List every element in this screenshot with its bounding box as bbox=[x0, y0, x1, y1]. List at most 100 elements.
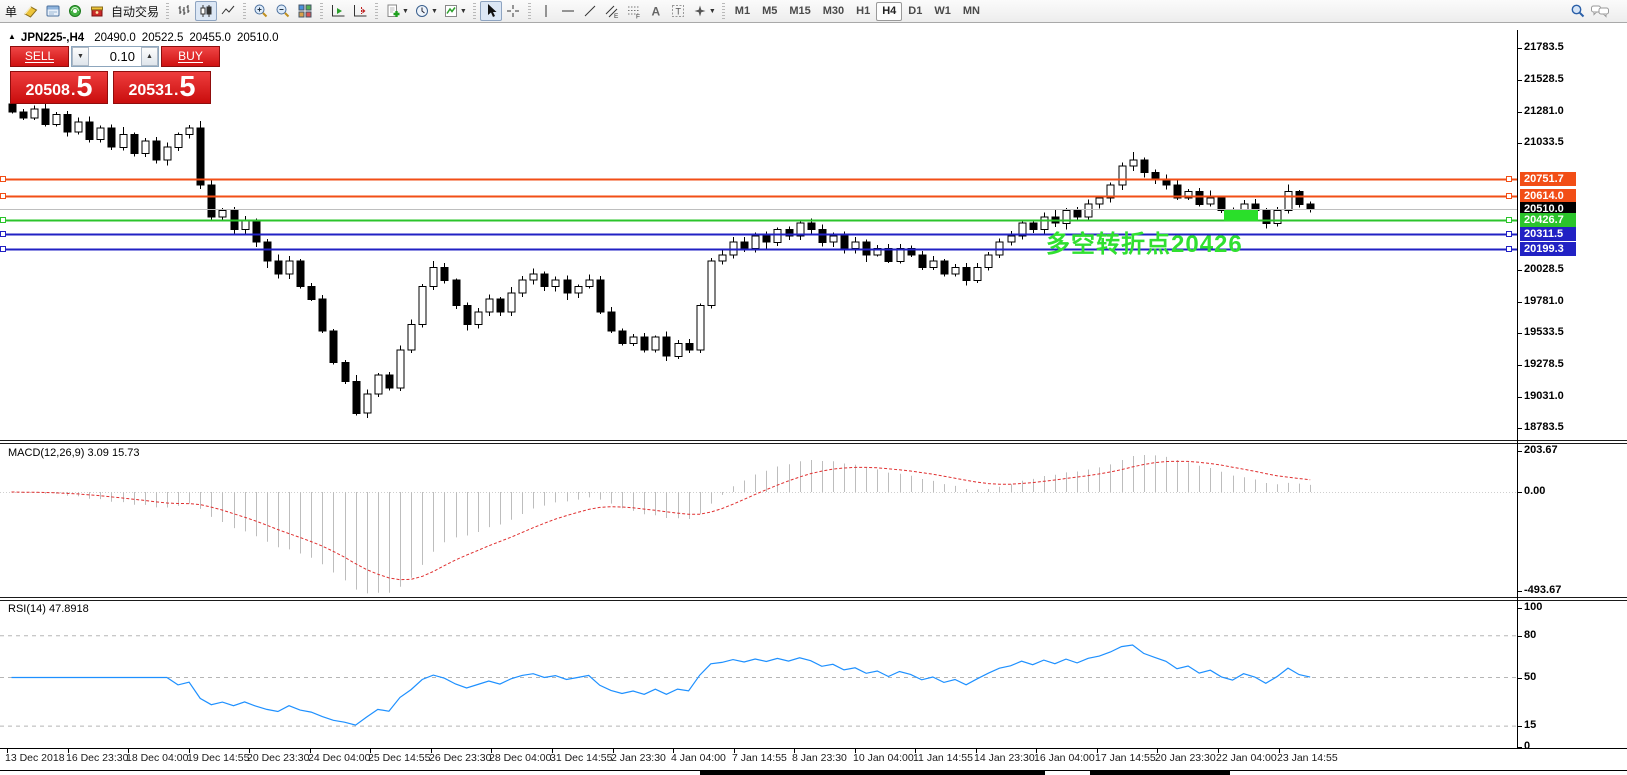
zoom-out-button[interactable] bbox=[272, 1, 294, 21]
timeframe-button-h4[interactable]: H4 bbox=[876, 2, 902, 21]
toolbar-group-grip[interactable] bbox=[375, 3, 378, 19]
arrows-button-dropdown[interactable]: ▼ bbox=[709, 8, 716, 15]
menu-char[interactable]: 单 bbox=[2, 3, 20, 20]
macd-tick-mark bbox=[1517, 492, 1522, 493]
line-chart-button[interactable] bbox=[217, 1, 239, 21]
macd-tick-mark bbox=[1517, 591, 1522, 592]
new-order-button[interactable] bbox=[382, 1, 404, 21]
sell-button[interactable]: SELL bbox=[10, 46, 69, 67]
hline-icon bbox=[560, 3, 576, 19]
cursor-button[interactable] bbox=[480, 1, 502, 21]
vline-icon bbox=[538, 3, 554, 19]
templates-button-dropdown[interactable]: ▼ bbox=[460, 8, 467, 15]
chart-shift-button[interactable] bbox=[349, 1, 371, 21]
search-button[interactable] bbox=[1567, 1, 1589, 21]
linechart-icon bbox=[220, 3, 236, 19]
arrows-button[interactable] bbox=[689, 1, 711, 21]
rsi-tick-label: 50 bbox=[1524, 671, 1536, 683]
journal-icon[interactable] bbox=[20, 1, 42, 21]
toolbar-group-grip[interactable] bbox=[166, 3, 169, 19]
toolbar-group-grip[interactable] bbox=[243, 3, 246, 19]
rsi-tick-mark bbox=[1517, 608, 1522, 609]
volume-decrease-button[interactable]: ▼ bbox=[72, 47, 89, 66]
timeframe-button-m1[interactable]: M1 bbox=[729, 2, 756, 21]
rsi-pane-separator[interactable] bbox=[0, 597, 1627, 601]
line-handle-right[interactable] bbox=[1506, 176, 1512, 182]
timeframe-button-w1[interactable]: W1 bbox=[928, 2, 957, 21]
arrows-icon bbox=[692, 3, 708, 19]
toolbar-group-grip[interactable] bbox=[722, 3, 725, 19]
trend-line-button[interactable] bbox=[579, 1, 601, 21]
zoom-in-button[interactable] bbox=[250, 1, 272, 21]
auto-scroll-button[interactable] bbox=[327, 1, 349, 21]
tile-icon bbox=[297, 3, 313, 19]
timeframe-button-m15[interactable]: M15 bbox=[783, 2, 816, 21]
label-button[interactable]: T bbox=[667, 1, 689, 21]
price-tick-label: 18783.5 bbox=[1524, 421, 1564, 433]
volume-increase-button[interactable]: ▲ bbox=[141, 47, 158, 66]
highlight-rectangle bbox=[1224, 210, 1258, 221]
time-axis-separator bbox=[0, 748, 1627, 749]
chart-annotation-text: 多空转折点20426 bbox=[1046, 224, 1243, 259]
terminal-icon[interactable] bbox=[42, 1, 64, 21]
timeframe-button-mn[interactable]: MN bbox=[957, 2, 986, 21]
line-handle-right[interactable] bbox=[1506, 231, 1512, 237]
horizontal-line-button[interactable] bbox=[557, 1, 579, 21]
line-handle-right[interactable] bbox=[1506, 193, 1512, 199]
tile-windows-button[interactable] bbox=[294, 1, 316, 21]
signal-icon bbox=[67, 3, 83, 19]
volume-value[interactable]: 0.10 bbox=[89, 47, 141, 66]
line-handle-right[interactable] bbox=[1506, 246, 1512, 252]
signal-icon[interactable] bbox=[64, 1, 86, 21]
sell-price-button[interactable]: 20508.5 bbox=[10, 71, 108, 104]
price-tick-label: 20028.5 bbox=[1524, 263, 1564, 275]
price-tick-mark bbox=[1517, 302, 1522, 303]
time-tick-label: 8 Jan 23:30 bbox=[792, 752, 847, 764]
autotrade-icon[interactable] bbox=[86, 1, 108, 21]
line-handle-right[interactable] bbox=[1506, 217, 1512, 223]
rsi-tick-label: 15 bbox=[1524, 719, 1536, 731]
price-tick-label: 19533.5 bbox=[1524, 326, 1564, 338]
periods-button[interactable] bbox=[411, 1, 433, 21]
line-handle-left[interactable] bbox=[0, 231, 6, 237]
templates-button[interactable] bbox=[440, 1, 462, 21]
collapse-panel-icon[interactable]: ▲ bbox=[8, 32, 16, 41]
volume-stepper[interactable]: ▼ 0.10 ▲ bbox=[71, 46, 159, 67]
buy-price-button[interactable]: 20531.5 bbox=[113, 71, 211, 104]
timeframe-button-m30[interactable]: M30 bbox=[817, 2, 850, 21]
chat-icon bbox=[1590, 3, 1610, 19]
toolbar-group-grip[interactable] bbox=[528, 3, 531, 19]
line-handle-left[interactable] bbox=[0, 246, 6, 252]
price-tick-label: 19278.5 bbox=[1524, 358, 1564, 370]
vertical-line-button[interactable] bbox=[535, 1, 557, 21]
line-handle-left[interactable] bbox=[0, 176, 6, 182]
price-tick-label: 21783.5 bbox=[1524, 41, 1564, 53]
channel-button[interactable]: E bbox=[601, 1, 623, 21]
toolbar-group-grip[interactable] bbox=[473, 3, 476, 19]
periods-button-dropdown[interactable]: ▼ bbox=[431, 8, 438, 15]
autoscroll-icon bbox=[330, 3, 346, 19]
rsi-tick-label: 0 bbox=[1524, 740, 1530, 752]
chat-button[interactable] bbox=[1589, 1, 1611, 21]
buy-button[interactable]: BUY bbox=[161, 46, 220, 67]
timeframe-button-h1[interactable]: H1 bbox=[850, 2, 876, 21]
main-toolbar: 单自动交易▼▼▼EFAT▼M1M5M15M30H1H4D1W1MN bbox=[0, 0, 1627, 23]
ohlc-high: 20522.5 bbox=[142, 32, 184, 44]
chart-window[interactable]: ▲JPN225-,H420490.020522.520455.020510.0 … bbox=[0, 24, 1627, 775]
macd-signal-value: 15.73 bbox=[112, 447, 140, 459]
svg-text:F: F bbox=[636, 14, 640, 20]
crosshair-button[interactable] bbox=[502, 1, 524, 21]
texta-icon: A bbox=[648, 3, 664, 19]
toolbar-group-grip[interactable] bbox=[320, 3, 323, 19]
new-order-button-dropdown[interactable]: ▼ bbox=[402, 8, 409, 15]
timeframe-button-m5[interactable]: M5 bbox=[756, 2, 783, 21]
text-button[interactable]: A bbox=[645, 1, 667, 21]
zoomin-icon bbox=[253, 3, 269, 19]
line-handle-left[interactable] bbox=[0, 193, 6, 199]
fibonacci-button[interactable]: F bbox=[623, 1, 645, 21]
macd-pane-separator[interactable] bbox=[0, 440, 1627, 444]
candles-chart-button[interactable] bbox=[195, 1, 217, 21]
line-handle-left[interactable] bbox=[0, 217, 6, 223]
timeframe-button-d1[interactable]: D1 bbox=[902, 2, 928, 21]
bars-chart-button[interactable] bbox=[173, 1, 195, 21]
